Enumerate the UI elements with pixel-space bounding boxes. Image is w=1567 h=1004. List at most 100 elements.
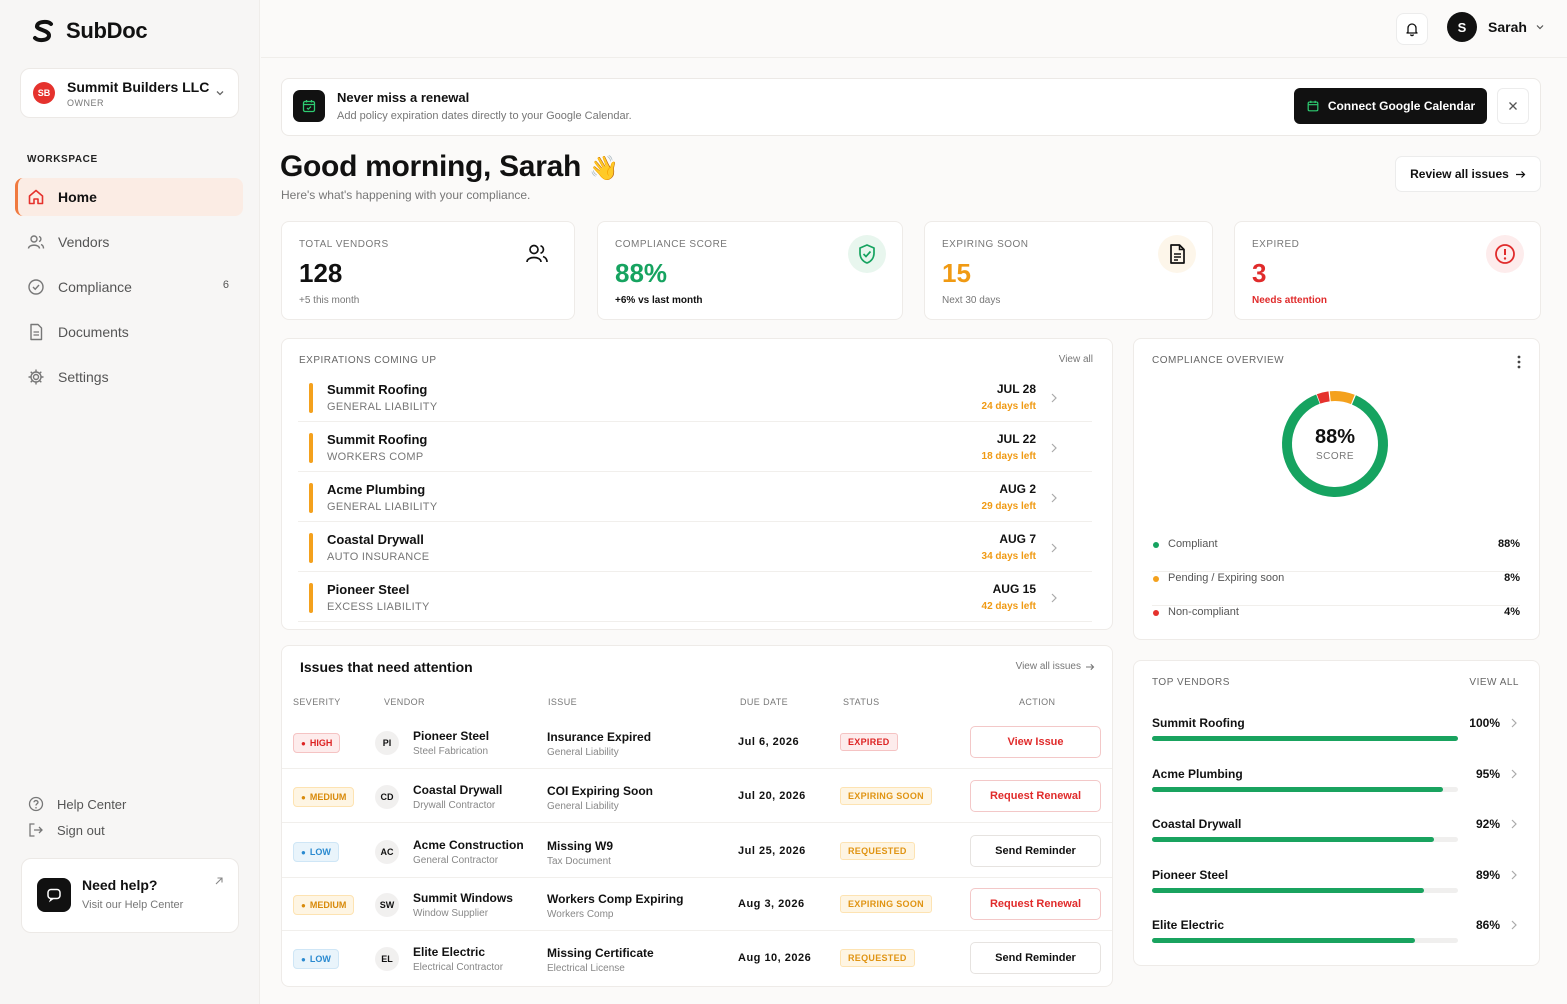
chevron-right-icon: [1051, 443, 1057, 453]
days-left: 42 days left: [981, 601, 1036, 612]
sidebar-item-settings[interactable]: Settings: [15, 358, 243, 396]
notifications-button[interactable]: [1396, 13, 1428, 45]
app-logo[interactable]: SubDoc: [30, 18, 148, 44]
close-banner-button[interactable]: [1497, 88, 1529, 124]
expirations-view-all-link[interactable]: View all: [1059, 354, 1093, 365]
vendor-type: Electrical Contractor: [413, 962, 504, 973]
calendar-icon: [293, 90, 325, 122]
table-row: ● MEDIUM CD Coastal Drywall Drywall Contract…: [282, 769, 1112, 823]
vendor-avatar: SW: [375, 893, 399, 917]
list-item[interactable]: Acme Plumbing GENERAL LIABILITY AUG 2 29 da…: [298, 476, 1092, 522]
status-badge: EXPIRED: [840, 733, 898, 751]
stat-label: COMPLIANCE SCORE: [615, 239, 728, 250]
view-all-issues-link[interactable]: View all issues: [1016, 661, 1095, 672]
col-header-severity: SEVERITY: [293, 697, 341, 707]
col-header-vendor: VENDOR: [384, 697, 425, 707]
top-vendors-view-all-link[interactable]: VIEW ALL: [1469, 677, 1519, 688]
issue-name: COI Expiring Soon: [547, 784, 654, 798]
vendor-type: General Contractor: [413, 855, 499, 866]
severity-dot: ●: [301, 954, 306, 964]
top-vendors-panel: TOP VENDORS VIEW ALL Summit Roofing 100% A…: [1133, 660, 1540, 966]
vendor-name: Summit Roofing: [1152, 716, 1245, 730]
vendor-name: Pioneer Steel: [327, 582, 410, 597]
sidebar: SubDoc SB Summit Builders LLC OWNER WORK…: [0, 0, 260, 1004]
stat-card-total-vendors[interactable]: TOTAL VENDORS 128 +5 this month: [281, 221, 575, 320]
expiration-date: AUG 7: [999, 532, 1036, 546]
app-name: SubDoc: [66, 18, 148, 43]
list-item[interactable]: Summit Roofing WORKERS COMP JUL 22 18 days …: [298, 426, 1092, 472]
greeting-text: Good morning, Sarah: [280, 150, 581, 183]
stat-value: 15: [942, 258, 971, 288]
vendor-avatar: CD: [375, 785, 399, 809]
sidebar-item-documents[interactable]: Documents: [15, 313, 243, 351]
banner-title: Never miss a renewal: [337, 90, 470, 105]
stat-card-expiring-soon[interactable]: EXPIRING SOON 15 Next 30 days: [924, 221, 1213, 320]
page-subtitle: Here's what's happening with your compli…: [281, 188, 531, 202]
stat-card-compliance-score[interactable]: COMPLIANCE SCORE 88% +6% vs last month: [597, 221, 903, 320]
more-vertical-icon[interactable]: [1517, 355, 1521, 369]
vendor-score: 89%: [1475, 867, 1500, 882]
chevron-down-icon: [1536, 25, 1544, 30]
vendor-row[interactable]: Acme Plumbing 95%: [1152, 767, 1520, 811]
vendor-avatar: EL: [375, 947, 399, 971]
org-switcher[interactable]: SB Summit Builders LLC OWNER: [20, 68, 239, 118]
list-item[interactable]: Coastal Drywall AUTO INSURANCE AUG 7 34 day…: [298, 526, 1092, 572]
action-button[interactable]: Send Reminder: [970, 835, 1101, 867]
expirations-title: EXPIRATIONS COMING UP: [299, 355, 437, 366]
due-date: Jul 6, 2026: [738, 736, 800, 748]
shield-check-icon: [848, 235, 886, 273]
sidebar-nav: Home Vendors Compliance 6 Documents Sett…: [15, 178, 243, 403]
sidebar-item-vendors[interactable]: Vendors: [15, 223, 243, 261]
help-card-title: Need help?: [82, 877, 158, 893]
close-icon: [1509, 102, 1517, 110]
severity-label: LOW: [309, 847, 331, 857]
vendor-avatar: PI: [375, 731, 399, 755]
issue-category: Electrical License: [547, 963, 625, 974]
help-center-link[interactable]: Help Center: [28, 791, 126, 817]
vendor-row[interactable]: Pioneer Steel 89%: [1152, 868, 1520, 912]
vendor-row[interactable]: Elite Electric 86%: [1152, 918, 1520, 962]
stat-subtext: Next 30 days: [942, 295, 1001, 306]
legend-label: Compliant: [1168, 538, 1218, 550]
help-card[interactable]: Need help? Visit our Help Center: [21, 858, 239, 933]
table-row: ● LOW AC Acme Construction General Contracto…: [282, 824, 1112, 878]
sign-out-link[interactable]: Sign out: [28, 817, 126, 843]
review-all-issues-button[interactable]: Review all issues: [1395, 156, 1541, 192]
score-bar-track: [1152, 837, 1458, 842]
list-item[interactable]: Pioneer Steel EXCESS LIABILITY AUG 15 42 da…: [298, 576, 1092, 622]
action-button[interactable]: Send Reminder: [970, 942, 1101, 974]
external-link-icon: [215, 877, 223, 885]
sidebar-item-compliance[interactable]: Compliance 6: [15, 268, 243, 306]
action-button[interactable]: Request Renewal: [970, 888, 1101, 920]
col-header-status: STATUS: [843, 697, 880, 707]
policy-type: EXCESS LIABILITY: [327, 601, 430, 613]
issue-name: Workers Comp Expiring: [547, 892, 684, 906]
compliance-count-badge: 6: [222, 279, 229, 291]
legend-dot: [1153, 542, 1159, 548]
expiration-date: AUG 15: [992, 582, 1036, 596]
status-badge: REQUESTED: [840, 842, 915, 860]
action-button[interactable]: View Issue: [970, 726, 1101, 758]
days-left: 24 days left: [981, 401, 1036, 412]
col-header-due-date: DUE DATE: [740, 697, 789, 707]
calendar-banner: Never miss a renewal Add policy expirati…: [281, 78, 1541, 136]
action-button[interactable]: Request Renewal: [970, 780, 1101, 812]
legend-item: Compliant 88%: [1152, 538, 1520, 572]
sidebar-item-home[interactable]: Home: [15, 178, 243, 216]
chevron-right-icon: [1511, 769, 1517, 778]
user-menu[interactable]: S Sarah: [1447, 12, 1545, 42]
banner-subtitle: Add policy expiration dates directly to …: [337, 110, 632, 122]
status-bar: [309, 383, 313, 413]
table-row: ● LOW EL Elite Electric Electrical Contracto…: [282, 931, 1112, 985]
connect-google-calendar-button[interactable]: Connect Google Calendar: [1294, 88, 1487, 124]
top-bar: [261, 0, 1567, 58]
stat-card-expired[interactable]: EXPIRED 3 Needs attention: [1234, 221, 1541, 320]
donut-score-label: SCORE: [1315, 451, 1355, 462]
list-item[interactable]: Summit Roofing GENERAL LIABILITY JUL 28 24 …: [298, 376, 1092, 422]
vendor-row[interactable]: Summit Roofing 100%: [1152, 716, 1520, 760]
vendor-row[interactable]: Coastal Drywall 92%: [1152, 817, 1520, 861]
vendor-name: Acme Plumbing: [327, 482, 426, 497]
donut-score: 88%: [1314, 426, 1356, 448]
legend-dot: [1153, 610, 1159, 616]
score-bar-fill: [1152, 938, 1416, 943]
